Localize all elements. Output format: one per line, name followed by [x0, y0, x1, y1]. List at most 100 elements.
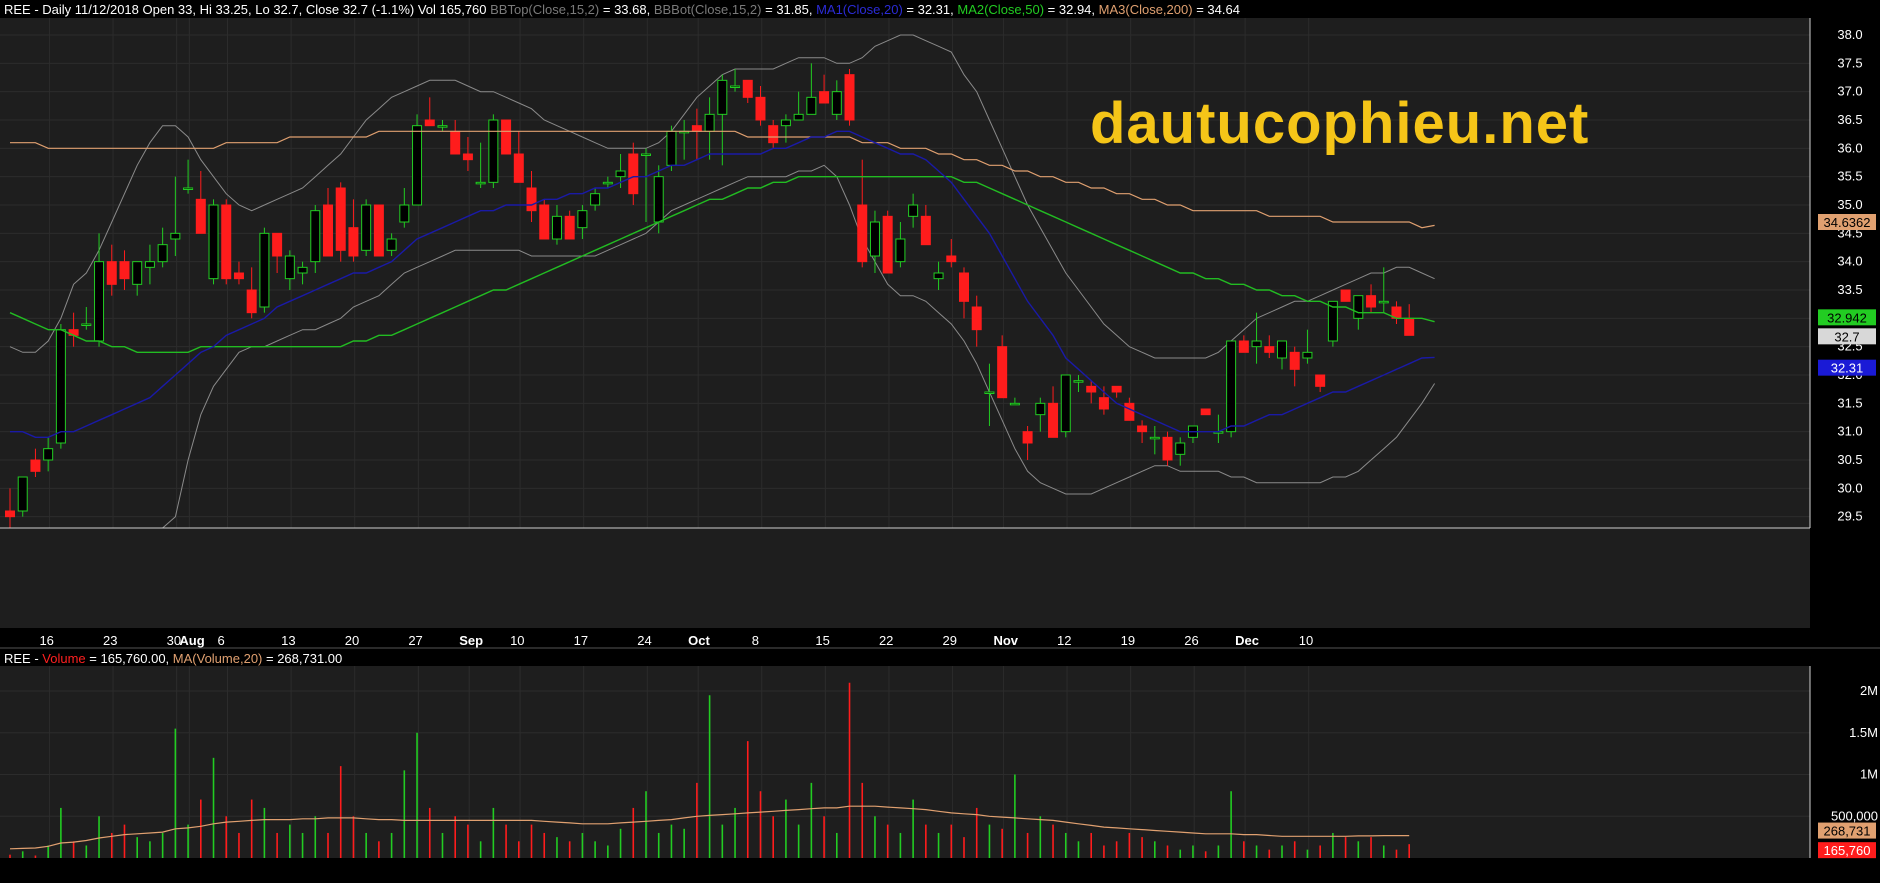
x-tick-label: 10 — [510, 633, 524, 648]
candle-body — [602, 181, 613, 185]
candle-body — [183, 187, 194, 190]
candle-body — [399, 204, 410, 223]
price-y-tick-label: 31.5 — [1837, 395, 1862, 410]
price-tag-close: 32.7 — [1834, 329, 1859, 344]
candle-body — [323, 204, 333, 257]
candle-body — [246, 289, 257, 314]
x-tick-label: 6 — [218, 633, 225, 648]
candle-body — [717, 79, 728, 115]
candle-body — [704, 113, 715, 132]
watermark: dautucophieu.net — [1090, 91, 1589, 156]
header-ma1-label: MA1(Close,20) — [816, 2, 903, 17]
candle-body — [488, 119, 499, 183]
price-header: REE - Daily 11/12/2018 Open 33, Hi 33.25… — [4, 2, 1240, 17]
x-tick-label: 10 — [1299, 633, 1313, 648]
volume-header: REE - Volume = 165,760.00, MA(Volume,20)… — [4, 651, 342, 666]
header-bbbot-label: BBBot(Close,15,2) — [654, 2, 762, 17]
candle-body — [857, 204, 868, 263]
price-y-tick-label: 33.5 — [1837, 282, 1862, 297]
candle-body — [1378, 300, 1389, 304]
header-ticker: REE — [4, 2, 31, 17]
candle-body — [1226, 340, 1237, 433]
candle-body — [742, 79, 753, 98]
candle-body — [106, 261, 117, 285]
volume-y-tick-label: 500,000 — [1831, 808, 1878, 823]
candle-body — [755, 96, 766, 121]
x-tick-label: 22 — [879, 633, 893, 648]
price-y-tick-label: 31.0 — [1837, 424, 1862, 439]
price-y-tick-label: 30.5 — [1837, 452, 1862, 467]
vol-header-ticker: REE — [4, 651, 31, 666]
price-y-tick-label: 30.0 — [1837, 480, 1862, 495]
x-tick-label: 27 — [408, 633, 422, 648]
candle-body — [1048, 402, 1059, 438]
candle-body — [94, 261, 105, 342]
header-bbbot-value: = 31.85, — [762, 2, 817, 17]
x-tick-label: 19 — [1121, 633, 1135, 648]
candle-body — [615, 170, 626, 178]
candle-body — [1009, 402, 1020, 406]
candle-body — [81, 323, 92, 326]
x-tick-label: Aug — [179, 633, 204, 648]
volume-tag-volume: 165,760 — [1824, 843, 1871, 858]
candle-body — [793, 113, 804, 121]
candle-body — [1404, 317, 1415, 336]
candle-body — [831, 91, 842, 115]
candle-body — [1340, 289, 1351, 302]
candle-body — [424, 119, 435, 127]
price-y-tick-label: 34.0 — [1837, 254, 1862, 269]
header-ma1-value: = 32.31, — [903, 2, 958, 17]
volume-panel — [0, 666, 1810, 858]
vol-header-vol-label: Volume — [42, 651, 85, 666]
candle-body — [653, 176, 664, 223]
x-tick-label: 15 — [815, 633, 829, 648]
x-tick-label: Sep — [459, 633, 483, 648]
candle-body — [641, 153, 651, 156]
vol-header-ma-label: MA(Volume,20) — [173, 651, 263, 666]
chart-window: 38.0 37.5 37.0 36.5 36.0 35.5 35.0 34.5 34.0 33.5… — [0, 0, 1880, 878]
candle-body — [908, 204, 919, 217]
header-ma2-value: = 32.94, — [1044, 2, 1099, 17]
candle-body — [157, 244, 168, 263]
x-tick-label: Dec — [1235, 633, 1259, 648]
candle-body — [984, 391, 995, 394]
candle-body — [501, 119, 512, 155]
candle-body — [819, 91, 830, 104]
candle-body — [170, 232, 181, 240]
candle-body — [1060, 374, 1071, 433]
candle-body — [1137, 425, 1148, 433]
candle-body — [55, 329, 66, 444]
candle-body — [475, 181, 486, 185]
vol-header-ma-value: = 268,731.00 — [262, 651, 342, 666]
header-bbtop-value: = 33.68, — [599, 2, 654, 17]
stock-chart: 38.037.537.036.536.035.535.034.534.033.5… — [0, 0, 1880, 878]
candle-body — [119, 261, 130, 280]
candle-body — [882, 215, 893, 274]
x-tick-label: 8 — [752, 633, 759, 648]
header-ma2-label: MA2(Close,50) — [957, 2, 1044, 17]
candle-body — [1200, 408, 1211, 416]
candle-body — [1238, 340, 1249, 353]
candle-body — [462, 153, 473, 161]
price-y-tick-label: 36.5 — [1837, 112, 1862, 127]
price-tag-ma3: 34.6362 — [1824, 215, 1871, 230]
price-y-tick-label: 37.5 — [1837, 55, 1862, 70]
candle-body — [844, 74, 855, 121]
x-tick-label: 24 — [637, 633, 651, 648]
x-tick-label: 17 — [574, 633, 588, 648]
candle-body — [195, 198, 206, 234]
candle-body — [539, 204, 550, 240]
candle-body — [666, 130, 677, 166]
candle-body — [768, 125, 779, 144]
candle-body — [869, 221, 880, 257]
candle-body — [1175, 442, 1186, 455]
price-y-tick-label: 35.5 — [1837, 169, 1862, 184]
candle-body — [1124, 402, 1135, 421]
x-tick-label: 16 — [39, 633, 53, 648]
volume-tag-ma: 268,731 — [1824, 824, 1871, 839]
candle-body — [272, 232, 283, 257]
candle-body — [1073, 380, 1084, 383]
candle-body — [780, 119, 791, 127]
candle-body — [691, 125, 702, 132]
candle-body — [1022, 431, 1033, 444]
